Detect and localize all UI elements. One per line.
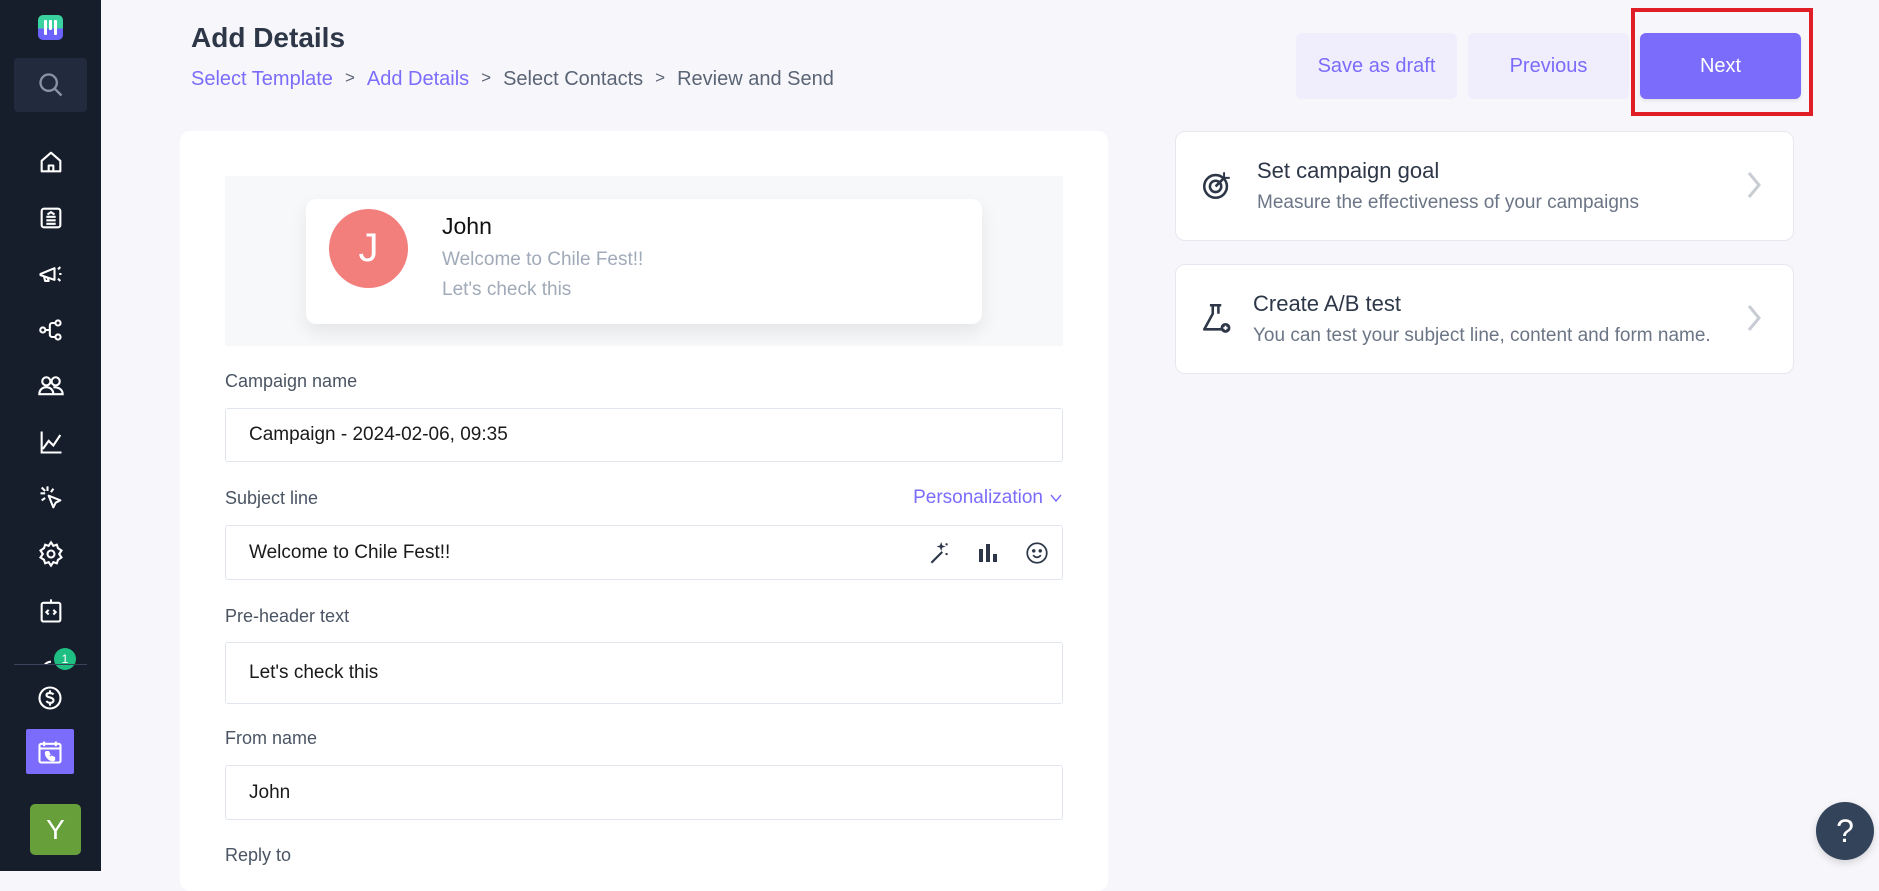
sidebar-item-tracking[interactable] — [36, 483, 66, 513]
sidebar: 1 Y — [0, 0, 101, 871]
dollar-icon — [38, 686, 62, 710]
app-logo[interactable] — [38, 15, 63, 40]
previous-button[interactable]: Previous — [1468, 33, 1629, 99]
inbox-preview: J John Welcome to Chile Fest!! Let's che… — [225, 176, 1063, 346]
sidebar-item-home[interactable] — [36, 147, 66, 177]
campaign-name-label: Campaign name — [225, 371, 358, 391]
magic-wand-icon — [930, 541, 948, 564]
preheader-input[interactable]: Let's check this — [225, 642, 1063, 704]
set-campaign-goal-title: Set campaign goal — [1257, 158, 1440, 183]
breadcrumb-separator: > — [655, 68, 666, 87]
personalization-dropdown[interactable]: Personalization — [913, 487, 1063, 509]
breadcrumb-separator: > — [344, 68, 355, 87]
sidebar-item-campaigns[interactable] — [36, 259, 66, 289]
bar-chart-icon — [978, 543, 997, 562]
ai-magic-button[interactable] — [925, 539, 952, 566]
create-ab-test-card[interactable]: Create A/B test You can test your subjec… — [1175, 264, 1794, 374]
chart-line-icon — [40, 431, 62, 454]
cursor-click-icon — [40, 486, 62, 509]
search-icon — [38, 73, 62, 97]
preheader-value: Let's check this — [249, 662, 379, 683]
chevron-down-icon — [1050, 494, 1062, 503]
from-name-value: John — [249, 781, 291, 803]
set-campaign-goal-subtitle: Measure the effectiveness of your campai… — [1257, 192, 1639, 213]
breadcrumb-review-and-send: Review and Send — [677, 68, 834, 90]
sidebar-item-meetings[interactable] — [26, 729, 74, 774]
home-icon — [40, 151, 62, 173]
search-button[interactable] — [14, 58, 87, 112]
set-campaign-goal-card[interactable]: Set campaign goal Measure the effectiven… — [1175, 131, 1794, 241]
page-title: Add Details — [191, 22, 346, 53]
workflow-icon — [39, 319, 62, 341]
preview-email-card: J John Welcome to Chile Fest!! Let's che… — [306, 199, 982, 324]
sidebar-item-integrations[interactable] — [36, 596, 66, 626]
sidebar-item-automations[interactable] — [36, 315, 66, 345]
from-name-input[interactable]: John — [225, 765, 1063, 820]
code-clipboard-icon — [40, 599, 62, 623]
breadcrumb-add-details[interactable]: Add Details — [367, 68, 469, 91]
breadcrumb-separator: > — [481, 68, 492, 87]
breadcrumb: Select Template > Add Details > Select C… — [191, 68, 834, 91]
breadcrumb-select-contacts: Select Contacts — [503, 68, 644, 90]
sidebar-divider — [14, 664, 87, 665]
gear-icon — [39, 540, 63, 568]
subject-line-tools — [925, 526, 1050, 579]
preview-preheader: Let's check this — [442, 279, 572, 300]
notification-badge: 1 — [54, 648, 76, 670]
save-as-draft-button[interactable]: Save as draft — [1296, 33, 1457, 99]
template-icon — [40, 207, 62, 229]
sidebar-item-reports[interactable] — [36, 427, 66, 457]
subject-line-label: Subject line — [225, 488, 319, 508]
sidebar-item-settings[interactable] — [36, 539, 66, 569]
subject-stats-button[interactable] — [974, 539, 1001, 566]
subject-line-input[interactable]: Welcome to Chile Fest!! — [225, 525, 1063, 580]
help-button[interactable]: ? — [1816, 802, 1874, 860]
users-icon — [38, 376, 64, 396]
subject-line-value: Welcome to Chile Fest!! — [249, 541, 451, 563]
from-name-label: From name — [225, 728, 318, 748]
megaphone-icon — [39, 266, 62, 283]
user-avatar[interactable]: Y — [30, 804, 81, 855]
create-ab-test-title: Create A/B test — [1253, 291, 1401, 316]
sidebar-item-billing[interactable] — [35, 683, 65, 713]
calendar-phone-icon — [38, 741, 62, 764]
breadcrumb-select-template[interactable]: Select Template — [191, 68, 333, 91]
sidebar-item-contacts[interactable] — [36, 371, 66, 401]
create-ab-test-subtitle: You can test your subject line, content … — [1253, 325, 1711, 346]
target-icon — [1202, 172, 1230, 200]
sidebar-item-templates[interactable] — [36, 203, 66, 233]
personalization-label: Personalization — [913, 487, 1043, 508]
campaign-details-card: J John Welcome to Chile Fest!! Let's che… — [180, 131, 1108, 891]
reply-to-label: Reply to — [225, 845, 292, 865]
flask-icon — [1202, 303, 1231, 333]
campaign-name-input[interactable]: Campaign - 2024-02-06, 09:35 — [225, 408, 1063, 462]
preheader-label: Pre-header text — [225, 606, 350, 626]
emoji-icon — [1025, 541, 1048, 564]
next-button-highlight — [1631, 8, 1813, 116]
preview-subject: Welcome to Chile Fest!! — [442, 249, 644, 270]
preview-avatar: J — [329, 209, 408, 288]
emoji-button[interactable] — [1023, 539, 1050, 566]
chevron-right-icon — [1747, 305, 1761, 331]
preview-sender: John — [442, 213, 492, 239]
chevron-right-icon — [1747, 172, 1761, 198]
campaign-name-value: Campaign - 2024-02-06, 09:35 — [249, 424, 508, 445]
